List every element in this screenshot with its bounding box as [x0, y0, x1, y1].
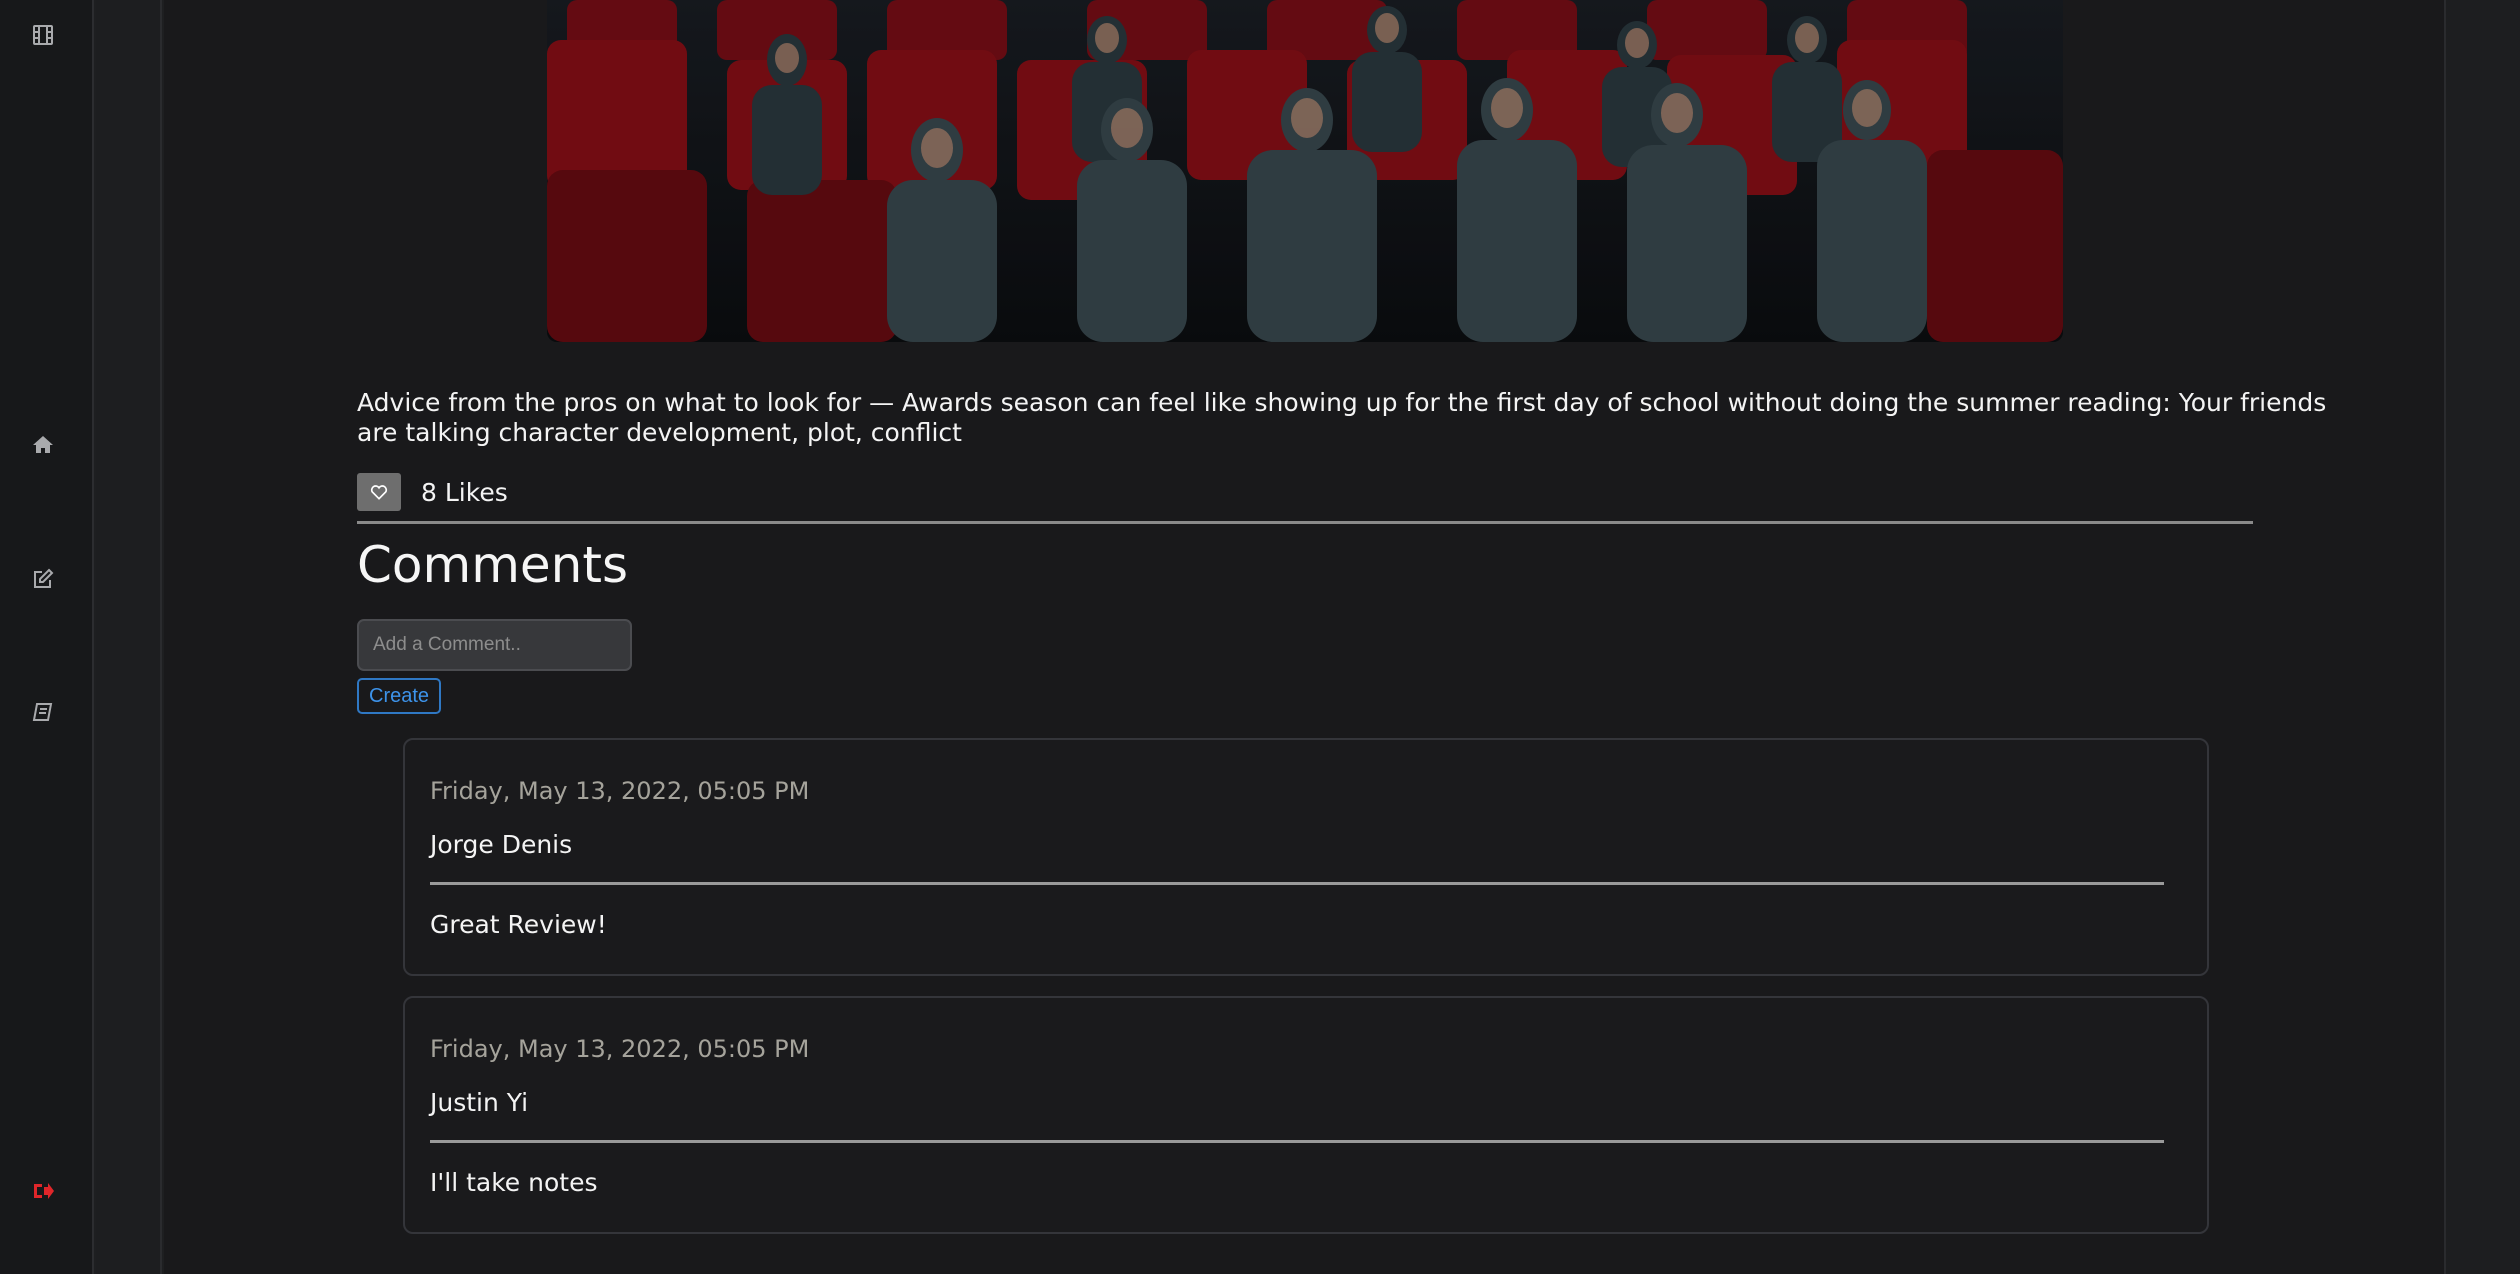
edit-icon[interactable] [28, 564, 58, 594]
likes-count: 8 Likes [421, 477, 508, 507]
comment-author: Justin Yi [430, 1088, 529, 1117]
comment-text: Great Review! [430, 910, 607, 939]
comments-title: Comments [357, 536, 629, 594]
comment-author: Jorge Denis [430, 830, 573, 859]
comment-divider [430, 882, 2164, 885]
post-image [547, 0, 2063, 342]
sidebar-nav [0, 0, 94, 1274]
comment-card: Friday, May 13, 2022, 05:05 PM Justin Yi… [403, 996, 2209, 1234]
comment-card: Friday, May 13, 2022, 05:05 PM Jorge Den… [403, 738, 2209, 976]
home-icon[interactable] [28, 430, 58, 460]
left-gutter [96, 0, 162, 1274]
right-gutter [2444, 0, 2520, 1274]
post-detail: Advice from the pros on what to look for… [164, 0, 2444, 1274]
cinema-audience-image [547, 0, 2063, 342]
book-icon[interactable] [28, 698, 58, 728]
like-button[interactable] [357, 473, 401, 511]
film-icon[interactable] [28, 20, 58, 50]
comment-text: I'll take notes [430, 1168, 598, 1197]
heart-icon [370, 485, 388, 500]
create-comment-button[interactable]: Create [357, 678, 442, 714]
comment-divider [430, 1140, 2164, 1143]
comment-date: Friday, May 13, 2022, 05:05 PM [430, 1035, 810, 1063]
comment-input[interactable] [357, 619, 632, 671]
comment-date: Friday, May 13, 2022, 05:05 PM [430, 777, 810, 805]
like-row: 8 Likes [357, 472, 508, 512]
post-description: Advice from the pros on what to look for… [357, 388, 2327, 447]
section-divider [357, 521, 2253, 524]
logout-icon[interactable] [28, 1176, 58, 1206]
